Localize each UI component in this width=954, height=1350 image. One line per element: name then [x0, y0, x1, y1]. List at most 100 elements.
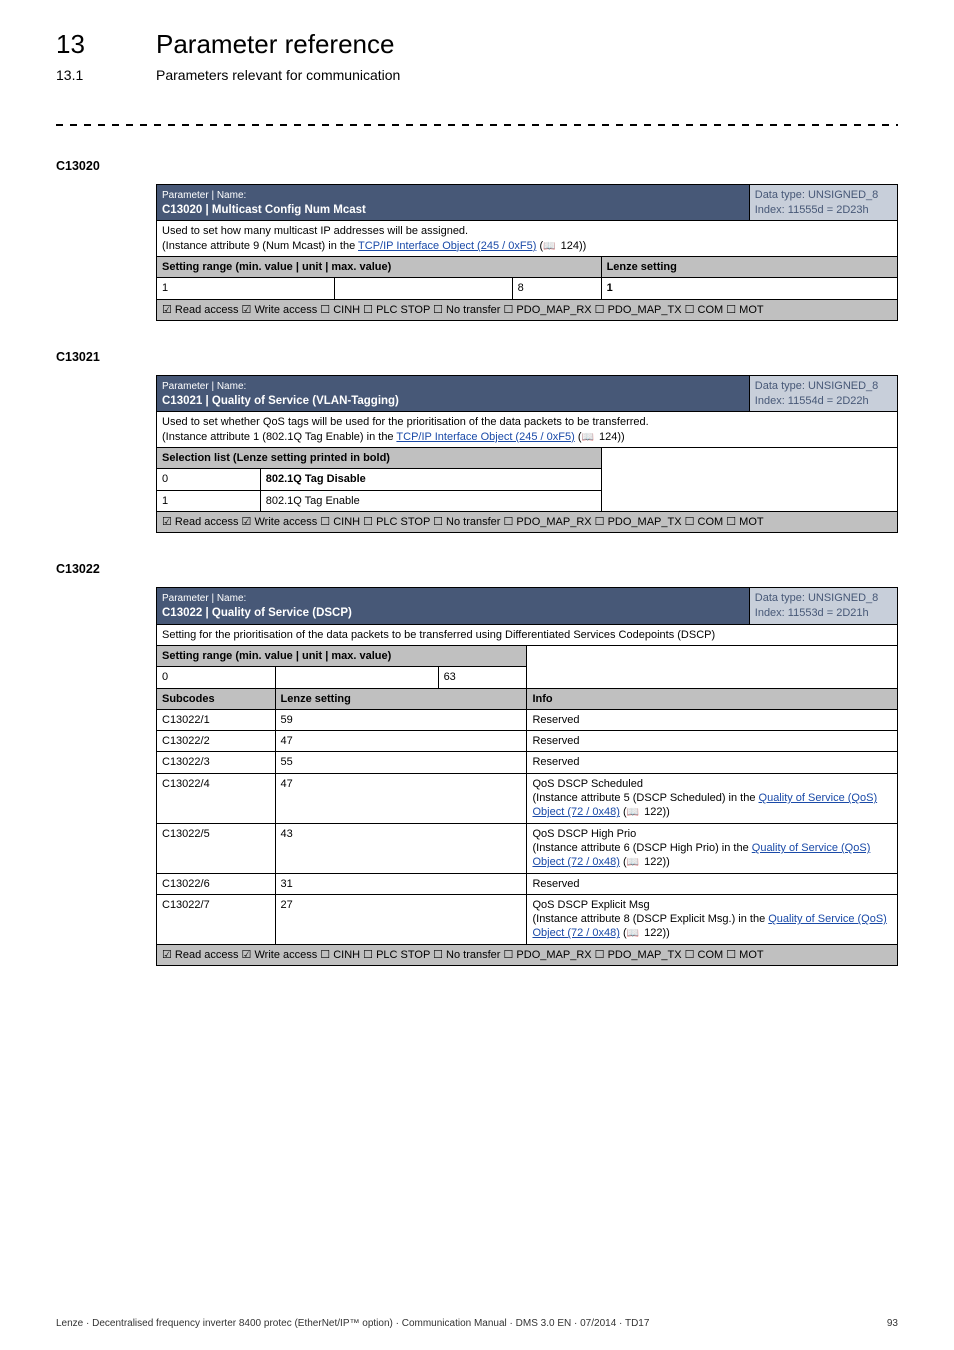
table-row: 0 802.1Q Tag Disable — [157, 469, 898, 490]
access-row: ☑ Read access ☑ Write access ☐ CINH ☐ PL… — [157, 511, 898, 532]
param-block-c13022: Parameter | Name: C13022 | Quality of Se… — [156, 587, 898, 966]
param-code-c13022: C13022 — [56, 561, 898, 577]
param-header-label: Parameter | Name: — [162, 593, 246, 604]
lenze-value: 27 — [275, 894, 527, 944]
param-desc: Setting for the prioritisation of the da… — [157, 624, 898, 645]
table-c13021: Parameter | Name: C13021 | Quality of Se… — [156, 375, 898, 533]
param-header-name: C13021 | Quality of Service (VLAN-Taggin… — [162, 395, 399, 407]
info-cell: Reserved — [527, 709, 898, 730]
table-row: C13022/5 43 QoS DSCP High Prio (Instance… — [157, 823, 898, 873]
access-flags: ☑ Read access ☑ Write access ☐ CINH ☐ PL… — [157, 944, 898, 965]
info-ref-wrap: ( 122)) — [623, 856, 670, 868]
default-value: 1 — [601, 278, 897, 299]
info-cell: Reserved — [527, 752, 898, 773]
info-cell: Reserved — [527, 731, 898, 752]
table-header-row: Parameter | Name: C13022 | Quality of Se… — [157, 588, 898, 624]
table-row: Setting for the prioritisation of the da… — [157, 624, 898, 645]
default-value-text: 1 — [607, 282, 613, 294]
param-type-line1: Data type: UNSIGNED_8 — [755, 189, 879, 201]
info-pre: QoS DSCP Scheduled — [532, 778, 642, 790]
unit-value — [275, 667, 438, 688]
param-desc-inst-pre: (Instance attribute 1 (802.1Q Tag Enable… — [162, 431, 396, 443]
book-icon — [543, 240, 557, 252]
lenze-value: 43 — [275, 823, 527, 873]
subcode: C13022/1 — [157, 709, 276, 730]
param-type-line2: Index: 11555d = 2D23h — [755, 204, 869, 216]
info-inst: (Instance attribute 8 (DSCP Explicit Msg… — [532, 913, 768, 925]
subcode: C13022/5 — [157, 823, 276, 873]
subcode: C13022/7 — [157, 894, 276, 944]
param-type-cell: Data type: UNSIGNED_8 Index: 11555d = 2D… — [749, 185, 897, 221]
param-header-cell: Parameter | Name: C13022 | Quality of Se… — [157, 588, 750, 624]
book-icon — [627, 856, 641, 868]
ref-text: 122)) — [641, 806, 670, 818]
tcp-ip-link[interactable]: TCP/IP Interface Object (245 / 0xF5) — [358, 240, 536, 252]
lenze-value: 31 — [275, 873, 527, 894]
table-header-row: Parameter | Name: C13020 | Multicast Con… — [157, 185, 898, 221]
tcp-ip-link[interactable]: TCP/IP Interface Object (245 / 0xF5) — [396, 431, 574, 443]
col-subcodes: Subcodes — [157, 688, 276, 709]
chapter-title: Parameter reference — [156, 28, 394, 62]
access-row: ☑ Read access ☑ Write access ☐ CINH ☐ PL… — [157, 299, 898, 320]
sel-val-0: 802.1Q Tag Disable — [260, 469, 601, 490]
param-header-name: C13022 | Quality of Service (DSCP) — [162, 607, 352, 619]
max-value: 63 — [438, 667, 527, 688]
min-value: 1 — [157, 278, 335, 299]
table-row: C13022/7 27 QoS DSCP Explicit Msg (Insta… — [157, 894, 898, 944]
info-cell: QoS DSCP Explicit Msg (Instance attribut… — [527, 894, 898, 944]
param-header-cell: Parameter | Name: C13021 | Quality of Se… — [157, 376, 750, 412]
lenze-value: 55 — [275, 752, 527, 773]
table-header-row: Parameter | Name: C13021 | Quality of Se… — [157, 376, 898, 412]
table-row: C13022/6 31 Reserved — [157, 873, 898, 894]
param-desc-cell: Used to set whether QoS tags will be use… — [157, 412, 898, 448]
info-cell: QoS DSCP High Prio (Instance attribute 6… — [527, 823, 898, 873]
info-pre: QoS DSCP High Prio — [532, 828, 636, 840]
access-flags: ☑ Read access ☑ Write access ☐ CINH ☐ PL… — [157, 511, 898, 532]
info-cell: Reserved — [527, 873, 898, 894]
table-row: 1 8 1 — [157, 278, 898, 299]
ref-text: 122)) — [641, 927, 670, 939]
info-pre: QoS DSCP Explicit Msg — [532, 899, 649, 911]
table-row: 0 63 — [157, 667, 898, 688]
subcode: C13022/6 — [157, 873, 276, 894]
param-type-cell: Data type: UNSIGNED_8 Index: 11553d = 2D… — [749, 588, 897, 624]
param-type-line1: Data type: UNSIGNED_8 — [755, 592, 879, 604]
param-header-cell: Parameter | Name: C13020 | Multicast Con… — [157, 185, 750, 221]
page: 13 Parameter reference 13.1 Parameters r… — [0, 0, 954, 1350]
section-title: Parameters relevant for communication — [156, 66, 400, 84]
book-icon — [581, 431, 595, 443]
param-type-cell: Data type: UNSIGNED_8 Index: 11554d = 2D… — [749, 376, 897, 412]
table-row: Used to set whether QoS tags will be use… — [157, 412, 898, 448]
heading-block: 13 Parameter reference 13.1 Parameters r… — [56, 28, 898, 84]
lenze-value: 47 — [275, 773, 527, 823]
param-type-line1: Data type: UNSIGNED_8 — [755, 380, 879, 392]
ref-text: 124)) — [558, 240, 587, 252]
info-cell: QoS DSCP Scheduled (Instance attribute 5… — [527, 773, 898, 823]
param-header-label: Parameter | Name: — [162, 190, 246, 201]
param-header-label: Parameter | Name: — [162, 381, 246, 392]
param-code-c13020: C13020 — [56, 158, 898, 174]
table-row: C13022/3 55 Reserved — [157, 752, 898, 773]
book-icon — [627, 806, 641, 818]
col-selection-list: Selection list (Lenze setting printed in… — [157, 448, 602, 469]
table-subheader-row: Setting range (min. value | unit | max. … — [157, 257, 898, 278]
param-desc-ref: ( 124)) — [539, 240, 586, 252]
info-inst: (Instance attribute 6 (DSCP High Prio) i… — [532, 842, 751, 854]
ref-text: 124)) — [596, 431, 625, 443]
col-lenze-setting: Lenze setting — [275, 688, 527, 709]
sel-idx-0: 0 — [157, 469, 261, 490]
info-ref-wrap: ( 122)) — [623, 927, 670, 939]
unit-value — [334, 278, 512, 299]
access-row: ☑ Read access ☑ Write access ☐ CINH ☐ PL… — [157, 944, 898, 965]
empty-cell — [527, 667, 898, 688]
param-block-c13020: Parameter | Name: C13020 | Multicast Con… — [156, 184, 898, 321]
footer-left-text: Lenze · Decentralised frequency inverter… — [56, 1317, 649, 1330]
sel-val-1: 802.1Q Tag Enable — [260, 490, 601, 511]
param-type-line2: Index: 11554d = 2D22h — [755, 395, 869, 407]
table-c13020: Parameter | Name: C13020 | Multicast Con… — [156, 184, 898, 321]
col-info: Info — [527, 688, 898, 709]
empty-cell — [601, 469, 897, 490]
info-inst: (Instance attribute 5 (DSCP Scheduled) i… — [532, 792, 758, 804]
ref-text: 122)) — [641, 856, 670, 868]
section-line: 13.1 Parameters relevant for communicati… — [56, 66, 898, 84]
